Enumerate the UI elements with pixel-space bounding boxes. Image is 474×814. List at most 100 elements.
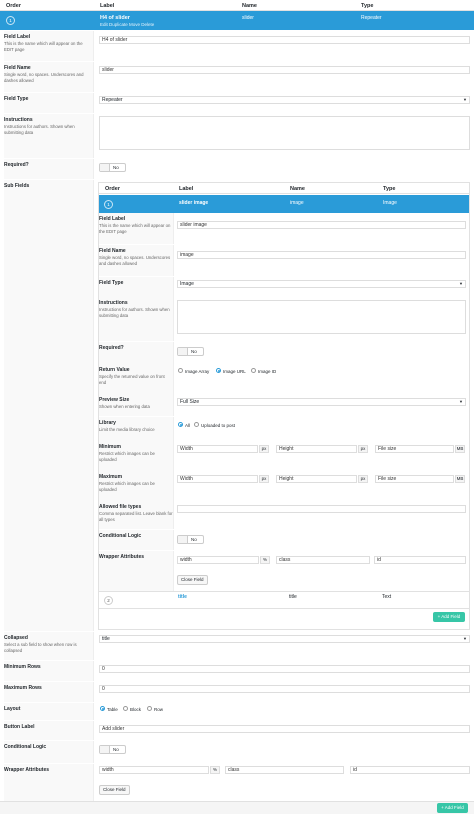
wrapper-label: Wrapper Attributes [4,764,94,801]
button-label-label: Button Label [4,721,94,740]
library-all-radio[interactable]: All [178,422,190,428]
sub-field-name-label: Field Name Single word, no spaces. Unders… [99,245,174,276]
chevron-down-icon: ▼ [463,636,467,641]
sub-wrapper-label: Wrapper Attributes [99,551,174,591]
layout-row-radio[interactable]: Row [147,706,163,712]
sub-wrapper-id-input[interactable]: id [374,556,466,564]
cond-label: Conditional Logic [4,741,94,763]
max-filesize-unit: MB [455,475,465,483]
close-field-button[interactable]: Close Field [99,785,130,795]
sub-field-label-input[interactable]: slider image [177,221,466,229]
sub-wrapper-width-input[interactable]: width [177,556,259,564]
sub-field-title[interactable]: slider image [179,200,208,206]
button-label-input[interactable]: Add slider [99,725,470,733]
col-name: Name [242,3,257,9]
wrapper-class-input[interactable]: class [225,766,344,774]
sub-fields-header: Order Label Name Type [99,183,469,194]
library-uploaded-radio[interactable]: Uploaded to post [194,422,235,428]
collapsed-label: Collapsed Select a sub field to show when… [4,632,94,660]
acf-field-editor: Order Label Name Type 1 H4 of slider Edi… [0,0,474,814]
sub-close-field-button[interactable]: Close Field [177,575,208,585]
wrapper-id-input[interactable]: id [350,766,470,774]
chevron-down-icon: ▼ [463,97,467,102]
field-label-input[interactable]: H4 of slider [99,36,470,44]
instructions-label: Instructions Instructions for authors. Sh… [4,114,94,158]
wrapper-width-input[interactable]: width [99,766,209,774]
max-height-unit: px [358,475,368,483]
field-order-badge[interactable]: 1 [6,16,15,25]
sub-field-label-label: Field Label This is the name which will a… [99,213,174,244]
sub-add-field-button[interactable]: + Add Field [433,612,465,622]
min-width-input[interactable]: Width [177,445,258,453]
footer-bar [0,801,474,814]
sub-library-label: Library Limit the media library choice [99,417,174,441]
preview-size-select[interactable]: Full Size ▼ [177,398,466,406]
sub-field-name-input[interactable]: image [177,251,466,259]
sub-field-order-badge[interactable]: 1 [104,200,113,209]
max-height-input[interactable]: Height [276,475,357,483]
field-type-select[interactable]: Repeater ▼ [99,96,470,104]
min-rows-input[interactable]: 0 [99,665,470,673]
sub-required-label: Required? [99,342,174,364]
sub-instructions-textarea[interactable] [177,300,466,334]
sub-field-2-type: Text [382,594,392,600]
chevron-down-icon: ▼ [459,281,463,286]
sub-field-name-value: image [290,200,304,206]
field-type-value: Repeater [361,15,382,21]
sub-preview-label: Preview Size Shown when entering data [99,394,174,416]
sub-minimum-label: Minimum Restrict which images can be uplo… [99,441,174,471]
add-field-button[interactable]: + Add Field [437,803,468,813]
min-height-unit: px [358,445,368,453]
field-row-actions[interactable]: Edit Duplicate Move Delete [100,22,154,27]
sub-field-type-value: Image [383,200,397,206]
max-rows-input[interactable]: 0 [99,685,470,693]
collapsed-select[interactable]: title ▼ [99,635,470,643]
sub-field-2-order-badge[interactable]: 2 [104,596,113,605]
col-type: Type [361,3,374,9]
cond-toggle[interactable]: No [99,745,126,754]
sub-field-row-selected[interactable]: 1 slider image image Image [99,195,469,213]
field-label-label: Field Label This is the name which will a… [4,31,94,61]
sub-allowed-label: Allowed file types Comma separated list. … [99,501,174,529]
return-image-array-radio[interactable]: Image Array [178,368,209,374]
field-name-input[interactable]: slider [99,66,470,74]
min-height-input[interactable]: Height [276,445,357,453]
field-row-selected[interactable]: 1 H4 of slider Edit Duplicate Move Delet… [0,11,474,30]
instructions-textarea[interactable] [99,116,470,150]
sub-maximum-label: Maximum Restrict which images can be uplo… [99,471,174,501]
allowed-types-input[interactable] [177,505,466,513]
min-filesize-unit: MB [455,445,465,453]
sub-instructions-label: Instructions Instructions for authors. Sh… [99,297,174,341]
sub-field-type-select[interactable]: Image ▼ [177,280,466,288]
required-toggle[interactable]: No [99,163,126,172]
max-width-input[interactable]: Width [177,475,258,483]
required-label: Required? [4,159,94,179]
field-title[interactable]: H4 of slider [100,15,130,21]
min-width-unit: px [259,445,269,453]
sub-fields-label: Sub Fields [4,180,94,631]
max-filesize-input[interactable]: File size [375,475,454,483]
max-rows-label: Maximum Rows [4,682,94,702]
field-name-label: Field Name Single word, no spaces. Unders… [4,62,94,92]
min-filesize-input[interactable]: File size [375,445,454,453]
fields-table-header: Order Label Name Type [0,0,474,11]
sub-cond-label: Conditional Logic [99,530,174,550]
wrapper-width-unit: % [210,766,220,774]
col-label: Label [100,3,115,9]
sub-field-row-2[interactable]: 2 title title Text [99,591,469,609]
return-image-id-radio[interactable]: Image ID [251,368,276,374]
layout-table-radio[interactable]: Table [100,706,118,712]
sub-field-2-title[interactable]: title [178,594,187,600]
max-width-unit: px [259,475,269,483]
chevron-down-icon: ▼ [459,399,463,404]
layout-label: Layout [4,703,94,720]
field-name-value: slider [242,15,254,21]
sub-wrapper-width-unit: % [260,556,270,564]
field-type-label: Field Type [4,93,94,113]
sub-cond-toggle[interactable]: No [177,535,204,544]
sub-field-type-label: Field Type [99,277,174,297]
sub-wrapper-class-input[interactable]: class [276,556,370,564]
return-image-url-radio[interactable]: Image URL [216,368,246,374]
layout-block-radio[interactable]: Block [123,706,141,712]
sub-required-toggle[interactable]: No [177,347,204,356]
